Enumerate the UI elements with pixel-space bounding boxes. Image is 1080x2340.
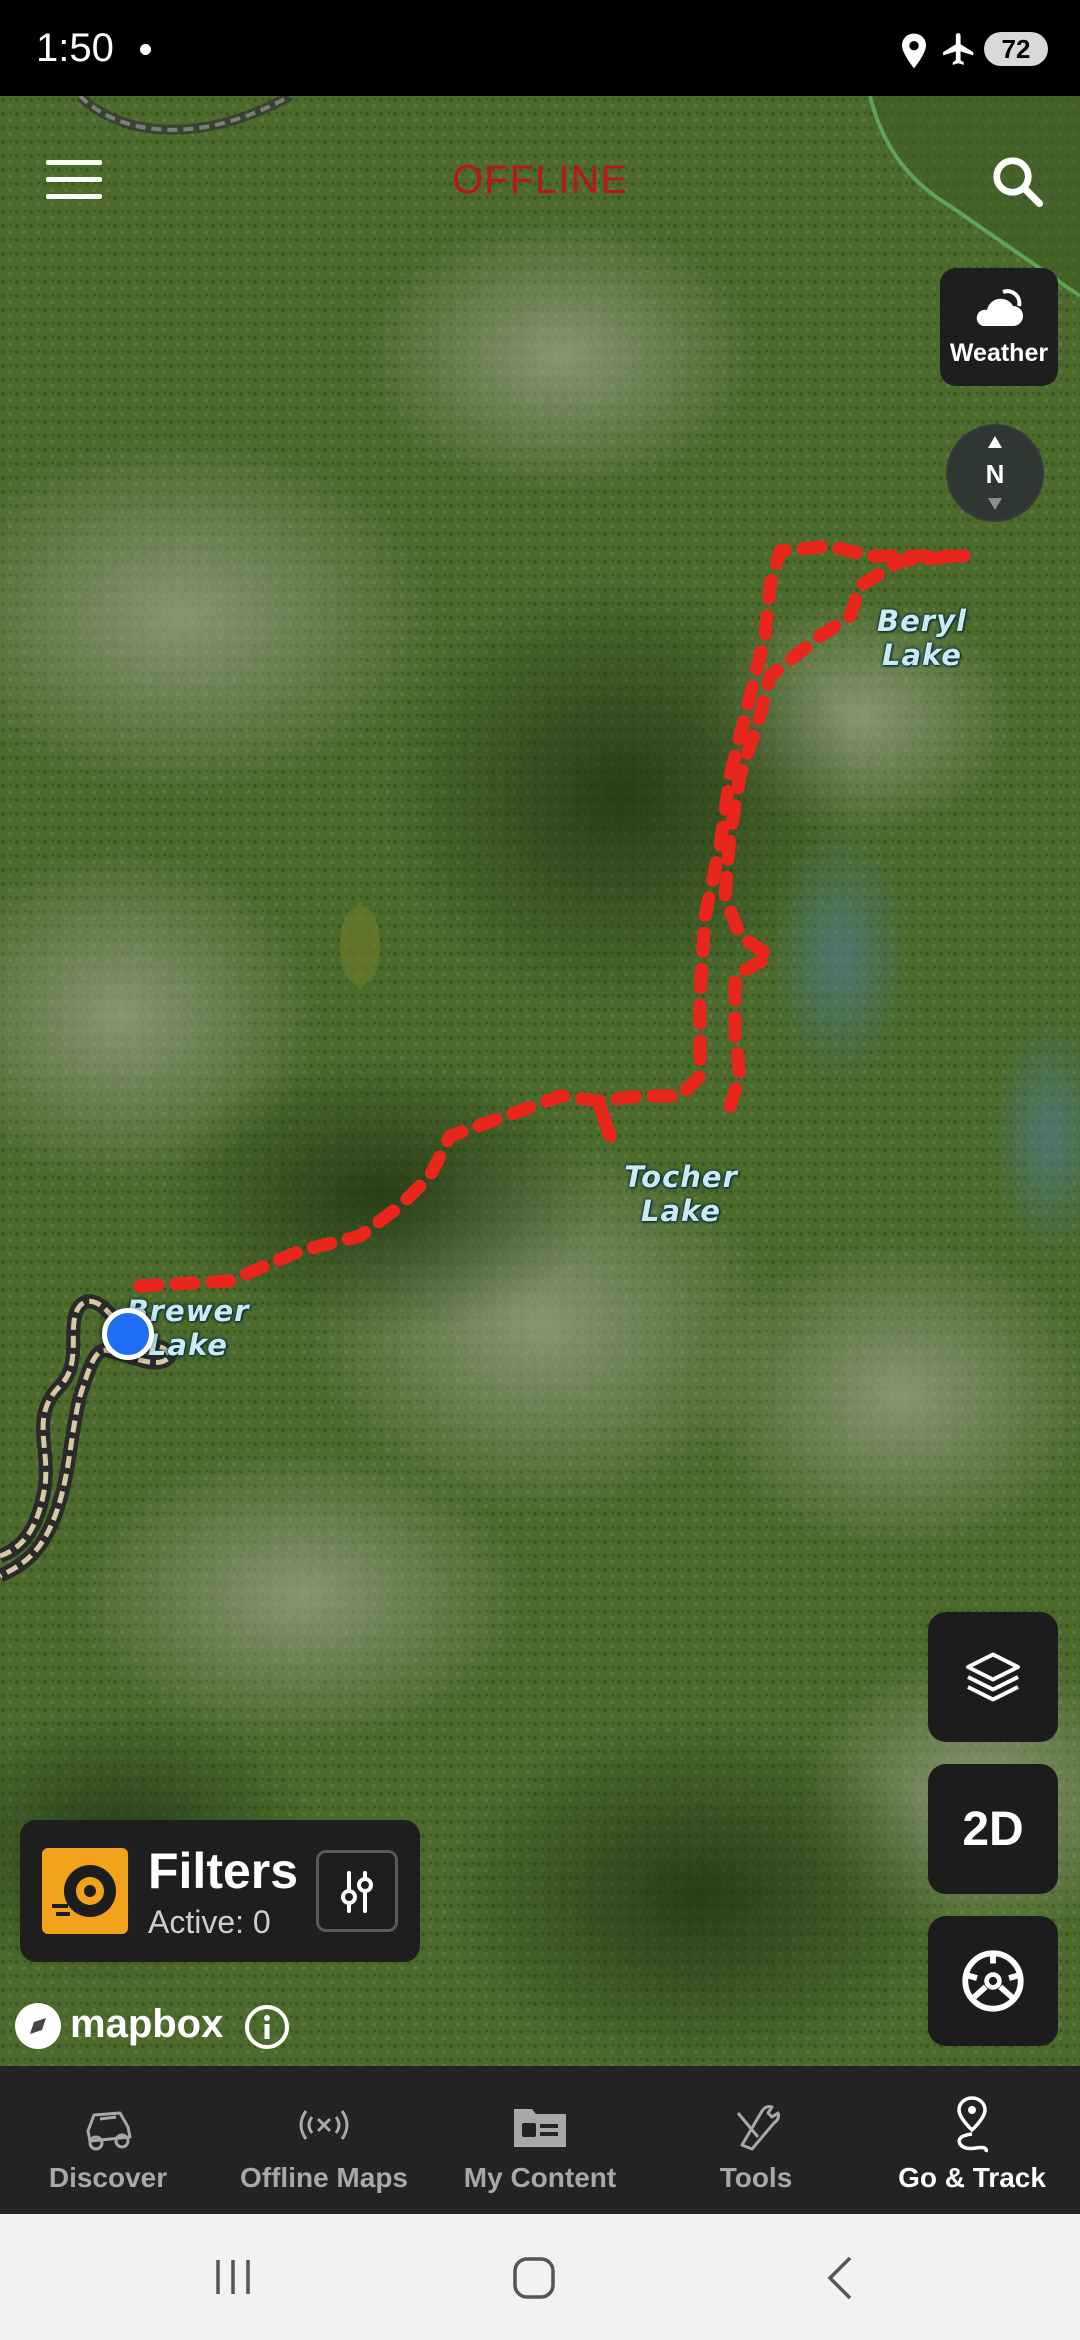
nav-my-content-label: My Content [463,2162,617,2193]
recent-apps-icon[interactable] [210,2254,256,2300]
menu-button[interactable] [46,160,102,204]
view-mode-toggle[interactable]: 2D [928,1764,1058,1894]
location-icon [902,33,926,69]
compass-icon: N [986,436,1005,510]
offline-indicator: OFFLINE [452,158,628,202]
sliders-icon [341,1871,373,1913]
compass-letter: N [986,459,1005,489]
steering-wheel-icon [962,1950,1024,2012]
home-icon[interactable] [510,2254,558,2302]
airplane-mode-icon [943,33,974,65]
tire-icon [42,1848,128,1934]
user-location-marker[interactable] [102,1308,154,1360]
nav-offline-maps-label: Offline Maps [239,2162,408,2193]
weather-label: Weather [949,339,1049,367]
tools-icon [736,2105,780,2151]
filters-active-count: Active: 0 [148,1904,271,1940]
route-pin-icon [957,2096,989,2153]
search-icon[interactable] [990,154,1044,208]
signal-icon [299,2110,349,2140]
nav-go-and-track[interactable]: Go & Track [864,2066,1080,2214]
folder-icon [514,2109,566,2147]
mapbox-logo-text: mapbox [70,2002,224,2046]
info-icon[interactable] [244,2004,290,2050]
nav-tools[interactable]: Tools [648,2066,864,2214]
nav-discover[interactable]: Discover [0,2066,216,2214]
nav-my-content[interactable]: My Content [432,2066,648,2214]
bottom-navigation: Discover Offline Maps My Content Tools G… [0,2066,1080,2214]
status-time: 1:50 [36,26,114,70]
layers-icon [966,1652,1020,1702]
map-layers-button[interactable] [928,1612,1058,1742]
filters-title: Filters [148,1843,299,1899]
mapbox-logo-icon [15,2003,61,2049]
compass-button[interactable]: N [946,424,1044,522]
system-navigation-bar [0,2214,1080,2340]
view-mode-label: 2D [962,1802,1024,1856]
nav-go-and-track-label: Go & Track [898,2162,1046,2193]
filter-settings-button[interactable] [316,1850,398,1932]
nav-offline-maps[interactable]: Offline Maps [216,2066,432,2214]
nav-discover-label: Discover [48,2162,168,2193]
jeep-icon [86,2111,132,2151]
nav-tools-label: Tools [719,2162,793,2193]
status-bar: 1:50 72 [0,0,1080,96]
notification-dot-icon [140,44,151,55]
filters-panel[interactable]: Filters Active: 0 [20,1820,420,1962]
map-label-beryl-lake: Beryl Lake [877,604,967,672]
satellite-map[interactable] [0,96,1080,2066]
recenter-button[interactable] [928,1916,1058,2046]
battery-indicator: 72 [984,32,1048,66]
weather-button[interactable]: Weather [940,268,1058,386]
map-label-tocher-lake: Tocher Lake [624,1160,738,1228]
cloud-sun-icon [976,289,1023,326]
map-view[interactable]: Beryl Lake Tocher Lake Brewer Lake [0,96,1080,2066]
back-icon[interactable] [820,2254,860,2302]
